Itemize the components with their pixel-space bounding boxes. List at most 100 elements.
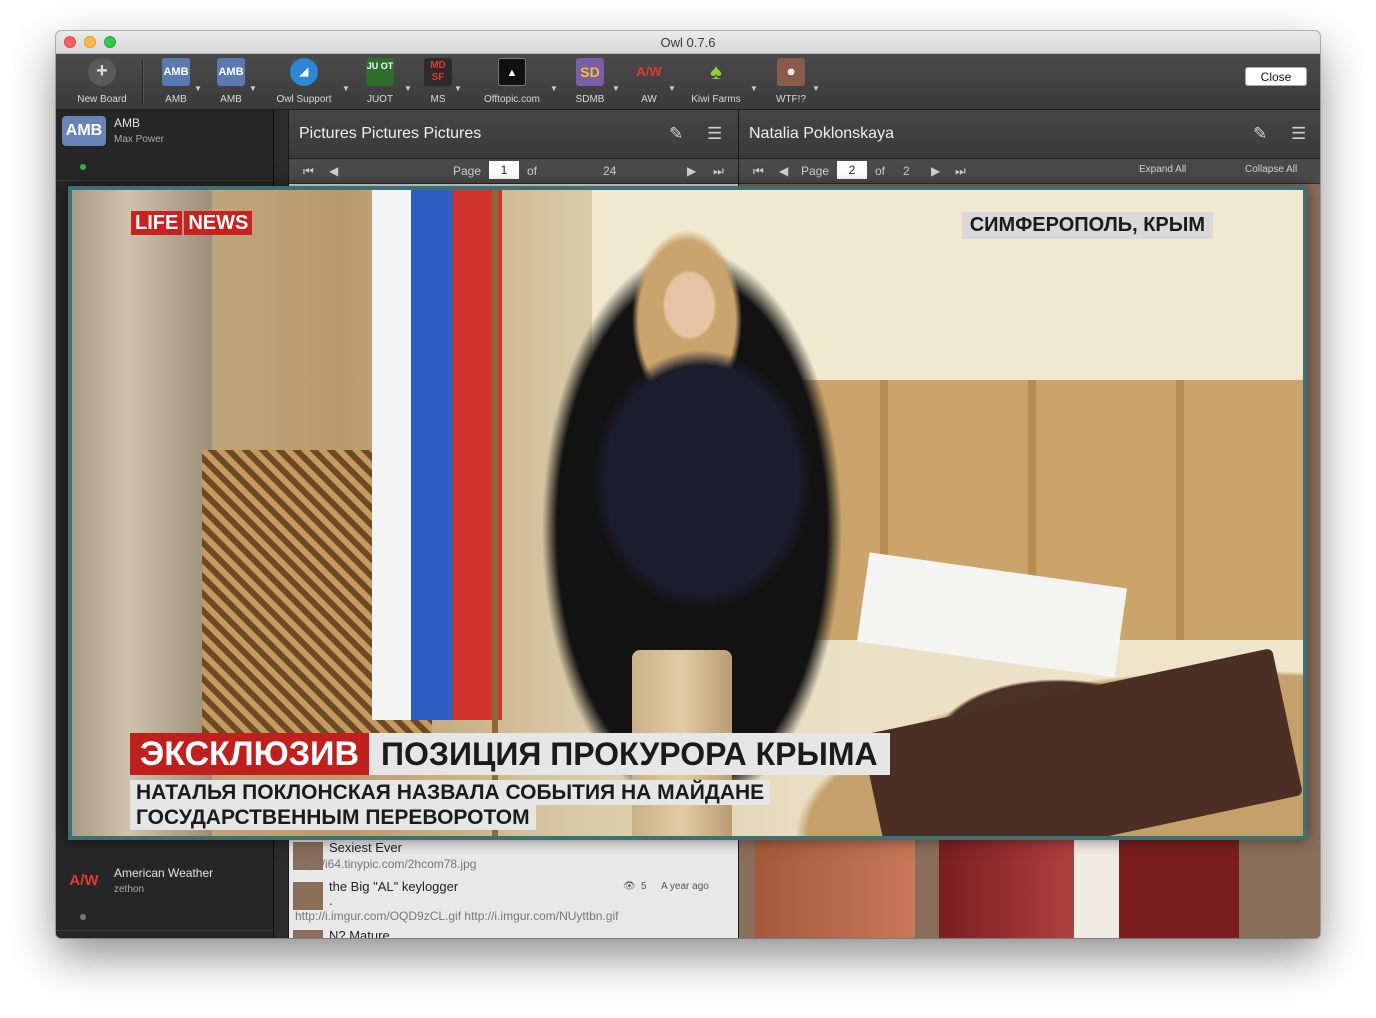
board-label: SDMB xyxy=(575,94,605,105)
offline-status-icon xyxy=(80,914,86,920)
first-page-icon[interactable]: ⏮ xyxy=(753,164,764,179)
dropdown-arrow-icon[interactable]: ▼ xyxy=(668,84,676,93)
board-button-amb-1[interactable]: AMB AMB ▼ xyxy=(156,56,202,108)
last-page-icon[interactable]: ⏭ xyxy=(713,164,724,179)
board-label: Owl Support xyxy=(276,94,332,105)
crimea-flag xyxy=(372,190,502,720)
panel-title: Pictures Pictures Pictures xyxy=(299,125,482,142)
thread-link[interactable]: http://i64.tinypic.com/2hcom78.jpg xyxy=(295,857,476,871)
logo-news: NEWS xyxy=(184,211,253,235)
board-label: Offtopic.com xyxy=(484,94,540,105)
new-board-label: New Board xyxy=(77,94,127,105)
subtitle-line-1: НАТАЛЬЯ ПОКЛОНСКАЯ НАЗВАЛА СОБЫТИЯ НА МА… xyxy=(130,780,771,805)
board-label: Kiwi Farms xyxy=(691,94,741,105)
thread-title[interactable]: Sexiest Ever xyxy=(329,840,402,855)
board-button-kiwi-farms[interactable]: ♠ Kiwi Farms ▼ xyxy=(688,56,758,108)
board-label: JUOT xyxy=(366,94,394,105)
thread-thumbnail xyxy=(293,930,323,938)
board-button-sdmb[interactable]: SD SDMB ▼ xyxy=(570,56,620,108)
plus-icon: + xyxy=(88,58,116,86)
dropdown-arrow-icon[interactable]: ▼ xyxy=(750,84,758,93)
panel-header: Natalia Poklonskaya ✎ ☰ xyxy=(739,110,1320,159)
new-thread-icon[interactable]: ✎ xyxy=(669,124,689,144)
board-label: AMB xyxy=(220,94,242,105)
news-screenshot-image: LIFE NEWS СИМФЕРОПОЛЬ, КРЫМ ЭКСКЛЮЗИВ ПОЗ… xyxy=(72,190,1303,836)
board-button-offtopic[interactable]: ▲ Offtopic.com ▼ xyxy=(476,56,558,108)
expand-all-button[interactable]: Expand All xyxy=(1139,164,1186,175)
page-total: 24 xyxy=(603,164,617,178)
page-label: Page xyxy=(801,164,830,178)
lower-third-subtitle: НАТАЛЬЯ ПОКЛОНСКАЯ НАЗВАЛА СОБЫТИЯ НА МА… xyxy=(130,780,771,830)
amb-logo-icon: AMB xyxy=(217,58,245,86)
board-label: MS xyxy=(430,94,446,105)
image-viewer-overlay[interactable]: LIFE NEWS СИМФЕРОПОЛЬ, КРЫМ ЭКСКЛЮЗИВ ПОЗ… xyxy=(68,186,1307,840)
page-input[interactable]: 2 xyxy=(837,161,867,179)
headline-text: ПОЗИЦИЯ ПРОКУРОРА КРЫМА xyxy=(369,733,890,775)
sdmb-logo-icon: SD xyxy=(576,58,604,86)
first-page-icon[interactable]: ⏮ xyxy=(303,164,314,179)
person-face xyxy=(662,270,717,340)
offtopic-logo-icon: ▲ xyxy=(498,58,526,86)
board-name: AMB xyxy=(114,116,141,130)
sidebar-board-american-weather[interactable]: A/W American Weather zethon xyxy=(56,860,273,931)
page-total: 2 xyxy=(903,164,910,178)
board-button-juot[interactable]: JU OT JUOT ▼ xyxy=(362,56,412,108)
person-uniform xyxy=(592,350,812,610)
pager: ⏮ ◀ Page 2 of 2 ▶ ⏭ Expand All Collapse … xyxy=(739,159,1320,184)
dropdown-arrow-icon[interactable]: ▼ xyxy=(550,84,558,93)
post-image[interactable] xyxy=(939,840,1239,938)
thread-title[interactable]: N? Mature xyxy=(329,928,390,938)
window-title: Owl 0.7.6 xyxy=(660,35,716,50)
exclusive-tag: ЭКСКЛЮЗИВ xyxy=(130,733,370,775)
online-status-icon xyxy=(80,164,86,170)
next-page-icon[interactable]: ▶ xyxy=(687,164,696,178)
dropdown-arrow-icon[interactable]: ▼ xyxy=(249,84,257,93)
prev-page-icon[interactable]: ◀ xyxy=(779,164,788,178)
board-label: AW xyxy=(641,94,657,105)
dropdown-arrow-icon[interactable]: ▼ xyxy=(612,84,620,93)
toolbar: + New Board AMB AMB ▼ AMB AMB ▼ ◢ Owl Su… xyxy=(56,54,1320,110)
post-image[interactable] xyxy=(755,840,915,938)
board-button-wtf[interactable]: ☻ WTF!? ▼ xyxy=(772,56,820,108)
board-button-owl-support[interactable]: ◢ Owl Support ▼ xyxy=(272,56,350,108)
dropdown-arrow-icon[interactable]: ▼ xyxy=(342,84,350,93)
dropdown-arrow-icon[interactable]: ▼ xyxy=(194,84,202,93)
board-name: American Weather xyxy=(114,866,214,880)
title-bar: Owl 0.7.6 xyxy=(56,31,1320,54)
views-eye-icon: 👁 xyxy=(623,881,636,892)
pager: ⏮ ◀ Page 1 of 24 ▶ ⏭ xyxy=(289,159,738,184)
amb-logo-icon: AMB xyxy=(162,58,190,86)
panel-header: Pictures Pictures Pictures ✎ ☰ xyxy=(289,110,738,159)
new-board-button[interactable]: + New Board xyxy=(70,56,134,108)
dropdown-arrow-icon[interactable]: ▼ xyxy=(404,84,412,93)
last-page-icon[interactable]: ⏭ xyxy=(955,164,966,179)
subtitle-line-2: ГОСУДАРСТВЕННЫМ ПЕРЕВОРОТОМ xyxy=(130,805,536,830)
aw-logo-icon: A/W xyxy=(636,64,662,79)
thread-link[interactable]: http://i.imgur.com/OQD9zCL.gif http://i.… xyxy=(295,909,618,923)
collapse-all-button[interactable]: Collapse All xyxy=(1245,164,1297,175)
thread-views: 5 xyxy=(641,881,647,892)
thread-body: . xyxy=(329,893,333,908)
location-caption: СИМФЕРОПОЛЬ, КРЫМ xyxy=(961,212,1213,239)
lower-third-headline: ЭКСКЛЮЗИВ ПОЗИЦИЯ ПРОКУРОРА КРЫМА xyxy=(130,733,890,775)
board-label: WTF!? xyxy=(776,94,806,105)
next-page-icon[interactable]: ▶ xyxy=(931,164,940,178)
dropdown-arrow-icon[interactable]: ▼ xyxy=(454,84,462,93)
dropdown-arrow-icon[interactable]: ▼ xyxy=(812,84,820,93)
prev-page-icon[interactable]: ◀ xyxy=(329,164,338,178)
panel-title: Natalia Poklonskaya xyxy=(749,125,894,142)
board-button-ms[interactable]: MD SF MS ▼ xyxy=(420,56,462,108)
page-input[interactable]: 1 xyxy=(489,161,519,179)
thread-title[interactable]: the Big "AL" keylogger xyxy=(329,879,458,894)
board-button-amb-2[interactable]: AMB AMB ▼ xyxy=(211,56,257,108)
close-button[interactable]: Close xyxy=(1245,67,1307,86)
of-label: of xyxy=(875,164,886,178)
list-view-icon[interactable]: ☰ xyxy=(707,124,727,144)
toolbar-separator xyxy=(142,60,143,104)
sidebar-board-amb[interactable]: AMB AMB Max Power xyxy=(56,110,273,181)
list-view-icon[interactable]: ☰ xyxy=(1291,124,1311,144)
board-button-aw[interactable]: A/W AW ▼ xyxy=(632,56,676,108)
thread-thumbnail xyxy=(293,882,323,910)
reply-icon[interactable]: ✎ xyxy=(1253,124,1273,144)
leather-folder xyxy=(860,647,1303,836)
